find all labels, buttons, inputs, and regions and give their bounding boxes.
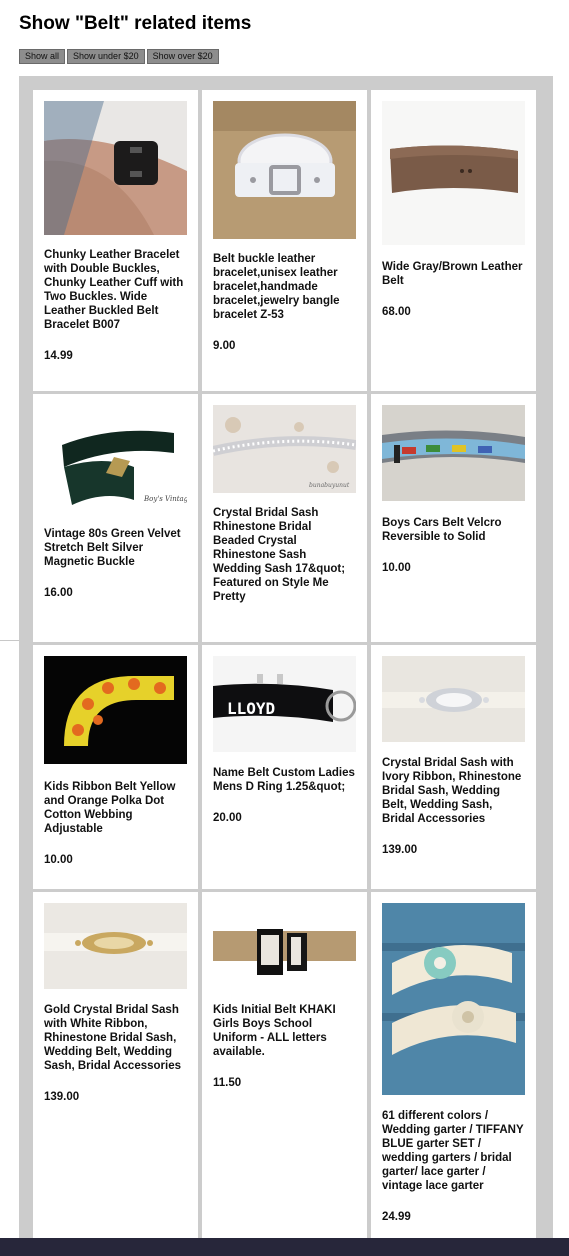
filter-bar: Show all Show under $20 Show over $20 bbox=[19, 49, 219, 64]
product-image-name-belt[interactable]: LLOYD bbox=[213, 656, 356, 752]
product-card[interactable]: bunabuyunut Crystal Bridal Sash Rhinesto… bbox=[202, 394, 367, 642]
product-title[interactable]: Kids Initial Belt KHAKI Girls Boys Schoo… bbox=[213, 1003, 356, 1059]
product-price: 139.00 bbox=[382, 844, 418, 856]
product-title[interactable]: Wide Gray/Brown Leather Belt bbox=[382, 260, 525, 288]
product-price: 9.00 bbox=[213, 340, 236, 352]
product-image-white-buckle[interactable] bbox=[213, 101, 356, 239]
product-title[interactable]: Name Belt Custom Ladies Mens D Ring 1.25… bbox=[213, 766, 356, 794]
product-title[interactable]: Chunky Leather Bracelet with Double Buck… bbox=[44, 248, 187, 332]
product-image-gold-crystal-sash[interactable] bbox=[44, 903, 187, 989]
show-under-20-button[interactable]: Show under $20 bbox=[67, 49, 145, 64]
product-image-green-velvet[interactable]: Boy's Vintage bbox=[44, 405, 187, 513]
footer-bar bbox=[0, 1238, 569, 1256]
product-title[interactable]: Vintage 80s Green Velvet Stretch Belt Si… bbox=[44, 527, 187, 569]
product-title[interactable]: Crystal Bridal Sash with Ivory Ribbon, R… bbox=[382, 756, 525, 826]
product-price: 10.00 bbox=[382, 562, 411, 574]
show-all-button[interactable]: Show all bbox=[19, 49, 66, 64]
divider bbox=[0, 640, 19, 641]
product-price: 16.00 bbox=[44, 587, 73, 599]
product-price: 68.00 bbox=[382, 306, 411, 318]
product-card[interactable]: Belt buckle leather bracelet,unisex leat… bbox=[202, 90, 367, 391]
show-over-20-button[interactable]: Show over $20 bbox=[146, 49, 219, 64]
product-card[interactable]: LLOYD Name Belt Custom Ladies Mens D Rin… bbox=[202, 645, 367, 889]
product-card[interactable]: Kids Initial Belt KHAKI Girls Boys Schoo… bbox=[202, 892, 367, 1256]
product-image-ivory-crystal-sash[interactable] bbox=[382, 656, 525, 742]
product-image-rhinestone-sash[interactable]: bunabuyunut bbox=[213, 405, 356, 493]
product-card[interactable]: Wide Gray/Brown Leather Belt 68.00 bbox=[371, 90, 536, 391]
name-on-belt: LLOYD bbox=[227, 699, 275, 718]
product-price: 139.00 bbox=[44, 1091, 80, 1103]
product-title[interactable]: Kids Ribbon Belt Yellow and Orange Polka… bbox=[44, 780, 187, 836]
product-card[interactable]: Gold Crystal Bridal Sash with White Ribb… bbox=[33, 892, 198, 1256]
product-image-leather-cuff[interactable] bbox=[44, 101, 187, 235]
product-title[interactable]: Boys Cars Belt Velcro Reversible to Soli… bbox=[382, 516, 525, 544]
product-title[interactable]: Crystal Bridal Sash Rhinestone Bridal Be… bbox=[213, 506, 356, 604]
product-title[interactable]: 61 different colors / Wedding garter / T… bbox=[382, 1109, 525, 1193]
product-image-cars-belt[interactable] bbox=[382, 405, 525, 501]
product-grid: Chunky Leather Bracelet with Double Buck… bbox=[19, 76, 553, 1256]
page-title: Show "Belt" related items bbox=[19, 13, 252, 34]
product-title[interactable]: Belt buckle leather bracelet,unisex leat… bbox=[213, 252, 356, 322]
product-image-polka-dot-belt[interactable] bbox=[44, 656, 187, 764]
product-price: 10.00 bbox=[44, 854, 73, 866]
product-image-tiffany-garter[interactable] bbox=[382, 903, 525, 1095]
product-price: 14.99 bbox=[44, 350, 73, 362]
product-price: 11.50 bbox=[213, 1077, 242, 1089]
watermark-text: Boy's Vintage bbox=[143, 495, 187, 503]
product-card[interactable]: Kids Ribbon Belt Yellow and Orange Polka… bbox=[33, 645, 198, 889]
product-image-brown-belt[interactable] bbox=[382, 101, 525, 245]
product-card[interactable]: Boy's Vintage Vintage 80s Green Velvet S… bbox=[33, 394, 198, 642]
product-card[interactable]: 61 different colors / Wedding garter / T… bbox=[371, 892, 536, 1256]
product-title[interactable]: Gold Crystal Bridal Sash with White Ribb… bbox=[44, 1003, 187, 1073]
product-price: 24.99 bbox=[382, 1211, 411, 1223]
watermark-text: bunabuyunut bbox=[309, 482, 350, 489]
product-card[interactable]: Boys Cars Belt Velcro Reversible to Soli… bbox=[371, 394, 536, 642]
product-card[interactable]: Chunky Leather Bracelet with Double Buck… bbox=[33, 90, 198, 391]
product-price: 20.00 bbox=[213, 812, 242, 824]
product-image-khaki-belt[interactable] bbox=[213, 919, 356, 989]
product-card[interactable]: Crystal Bridal Sash with Ivory Ribbon, R… bbox=[371, 645, 536, 889]
